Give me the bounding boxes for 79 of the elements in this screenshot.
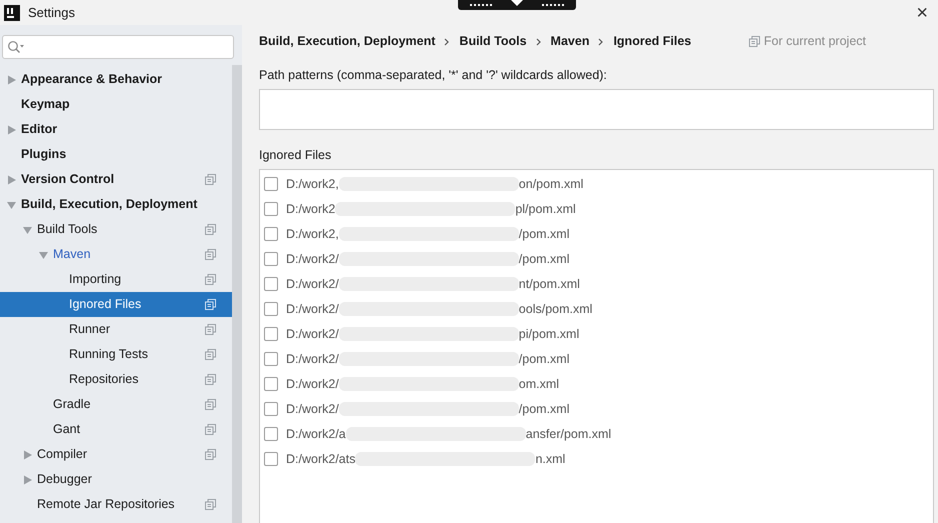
tree-item[interactable]: Editor: [0, 117, 232, 142]
file-path: ansfer/pom.xml: [526, 426, 612, 443]
file-path: D:/work2/: [286, 350, 339, 368]
file-path: nt/pom.xml: [518, 276, 580, 293]
checkbox[interactable]: [264, 377, 278, 391]
search-field[interactable]: [2, 35, 234, 59]
file-path: D:/work2/: [286, 326, 339, 343]
file-path: /pom.xml: [518, 250, 570, 268]
field-label: Path patterns (comma-separated, '*' and '?' wildcards allowed):: [259, 67, 608, 84]
tree-item[interactable]: Importing: [0, 267, 232, 292]
file-path: n.xml: [535, 450, 566, 468]
breadcrumb-item[interactable]: Build Tools: [459, 32, 527, 51]
file-path: D:/work2/: [286, 250, 339, 268]
file-path: /pom.xml: [518, 350, 570, 368]
file-path: D:/work2,: [286, 226, 339, 243]
chevron-icon: [444, 38, 450, 46]
file-path: D:/work2,: [286, 176, 339, 193]
checkbox[interactable]: [264, 327, 278, 341]
tree-item[interactable]: Version Control: [0, 167, 232, 192]
path-patterns-field[interactable]: [259, 88, 934, 130]
expanded-arrow-icon[interactable]: [7, 200, 17, 210]
file-path: D:/work2/: [286, 400, 339, 418]
file-path: pl/pom.xml: [515, 200, 576, 218]
file-path: D:/work2/: [286, 276, 339, 293]
tree-item[interactable]: Remote Jar Repositories: [0, 492, 232, 517]
file-path: pi/pom.xml: [518, 326, 580, 343]
checkbox[interactable]: [264, 302, 278, 316]
collapsed-arrow-icon[interactable]: [23, 450, 33, 460]
tree-item[interactable]: Keymap: [0, 92, 232, 117]
file-path: D:/work2/a: [286, 426, 346, 443]
checkbox[interactable]: [264, 402, 278, 416]
tree-item[interactable]: Gant: [0, 417, 232, 442]
file-path: D:/work2/ats: [286, 450, 356, 468]
list-label: Ignored Files: [259, 146, 332, 164]
checkbox[interactable]: [264, 252, 278, 266]
collapsed-arrow-icon[interactable]: [7, 74, 17, 84]
scope-note: For current project: [764, 33, 866, 50]
chevron-icon: [536, 38, 542, 46]
close-button[interactable]: ×: [906, 2, 938, 22]
window-title: Settings: [28, 4, 75, 22]
breadcrumb-item[interactable]: Ignored Files: [613, 32, 692, 51]
checkbox[interactable]: [264, 177, 278, 191]
checkbox[interactable]: [264, 202, 278, 216]
file-path: D:/work2/: [286, 300, 339, 318]
tree-item[interactable]: Gradle: [0, 392, 232, 417]
file-path: on/pom.xml: [518, 176, 584, 193]
collapsed-arrow-icon[interactable]: [23, 474, 33, 484]
tree-item[interactable]: Ignored Files: [0, 292, 232, 317]
file-path: D:/work2: [286, 200, 336, 218]
tree-item[interactable]: Debugger: [0, 467, 232, 492]
file-path: ools/pom.xml: [518, 300, 592, 318]
collapsed-arrow-icon[interactable]: [7, 124, 17, 134]
tree-item[interactable]: Running Tests: [0, 342, 232, 367]
search-icon: [7, 40, 25, 54]
breadcrumb-item[interactable]: Build, Execution, Deployment: [259, 32, 436, 51]
tree-item[interactable]: Plugins: [0, 142, 232, 167]
breadcrumb-item[interactable]: Maven: [550, 32, 590, 51]
checkbox[interactable]: [264, 352, 278, 366]
file-path: om.xml: [518, 376, 560, 393]
tree-item[interactable]: Appearance & Behavior: [0, 67, 232, 92]
file-path: /pom.xml: [518, 400, 570, 418]
tree-item[interactable]: Maven: [0, 242, 232, 267]
tree-item[interactable]: Build, Execution, Deployment: [0, 192, 232, 217]
expanded-arrow-icon[interactable]: [23, 224, 33, 234]
expanded-arrow-icon[interactable]: [39, 250, 49, 260]
tree-item[interactable]: Compiler: [0, 442, 232, 467]
checkbox[interactable]: [264, 227, 278, 241]
file-path: /pom.xml: [518, 226, 570, 243]
scrollbar[interactable]: [232, 65, 242, 523]
checkbox[interactable]: [264, 452, 278, 466]
file-path: D:/work2/: [286, 376, 339, 393]
tree-item[interactable]: Build Tools: [0, 217, 232, 242]
tree-item[interactable]: Repositories: [0, 367, 232, 392]
checkbox[interactable]: [264, 427, 278, 441]
checkbox[interactable]: [264, 277, 278, 291]
chevron-icon: [598, 38, 604, 46]
tree-item[interactable]: Runner: [0, 317, 232, 342]
project-scope-icon: [748, 36, 760, 47]
collapsed-arrow-icon[interactable]: [7, 174, 17, 184]
